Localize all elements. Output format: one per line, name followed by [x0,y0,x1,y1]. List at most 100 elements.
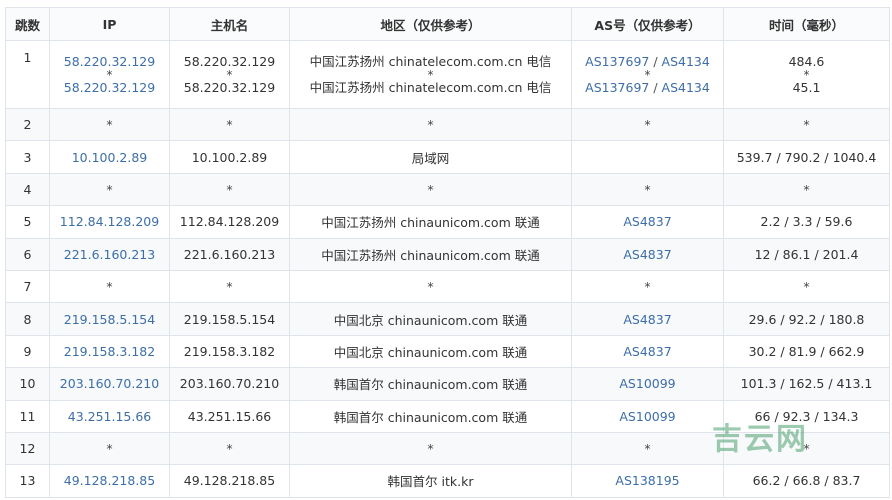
as-cell: AS10099 [571,399,724,433]
hostname-cell: 203.160.70.210 [169,367,290,401]
as-link[interactable]: AS137697 [585,54,649,69]
as-link[interactable]: AS138195 [615,473,679,488]
as-link[interactable]: AS10099 [619,409,675,424]
region-cell: 中国北京 chinaunicom.com 联通 [289,334,572,369]
table-row: 1 58.220.32.129 * 58.220.32.129 58.220.3… [5,40,890,109]
hostname-cell: 112.84.128.209 [169,205,290,239]
hostname-cell: 221.6.160.213 [169,237,290,271]
region-cell: 中国江苏扬州 chinaunicom.com 联通 [289,205,572,239]
hop-number: 2 [5,107,50,142]
watermark-logo: 吉云网 [712,422,808,457]
ip-link[interactable]: 203.160.70.210 [60,376,159,391]
hostname-cell: 219.158.5.154 [169,302,290,336]
hop-number: 3 [5,140,50,174]
separator-star: * [427,67,434,82]
ip-link[interactable]: 58.220.32.129 [64,80,155,96]
time-cell: * [723,269,890,304]
region-cell: 中国江苏扬州 chinatelecom.com.cn 电信 * 中国江苏扬州 c… [289,40,572,109]
header-as-number: AS号（仅供参考） [571,7,724,41]
as-cell: AS4837 [571,334,724,369]
table-row: 8 219.158.5.154 219.158.5.154 中国北京 china… [5,302,890,336]
hop-number: 10 [5,367,50,401]
ip-cell: * [49,172,170,207]
hostname-cell: * [169,269,290,304]
region-cell: * [289,269,572,304]
header-region: 地区（仅供参考） [289,7,572,41]
hop-number: 7 [5,269,50,304]
as-cell: * [571,269,724,304]
hop-number: 9 [5,334,50,369]
as-link[interactable]: AS4837 [623,247,671,262]
header-time: 时间（毫秒） [723,7,890,41]
region-cell: 中国北京 chinaunicom.com 联通 [289,302,572,336]
table-row: 2 * * * * * [5,107,890,142]
table-row: 7 * * * * * [5,269,890,304]
time-text: 45.1 [792,79,821,95]
hostname-cell: 219.158.3.182 [169,334,290,369]
region-text: 中国江苏扬州 chinatelecom.com.cn 电信 [309,79,552,95]
as-cell: AS10099 [571,367,724,401]
ip-link[interactable]: 43.251.15.66 [68,409,152,424]
region-cell: 韩国首尔 chinaunicom.com 联通 [289,399,572,433]
ip-link[interactable]: 49.128.218.85 [64,473,155,488]
as-cell: * [571,431,724,466]
region-cell: 韩国首尔 chinaunicom.com 联通 [289,367,572,401]
time-cell: 12 / 86.1 / 201.4 [723,237,890,271]
hostname-text: 58.220.32.129 [183,79,276,95]
as-link[interactable]: AS4837 [623,312,671,327]
table-row: 10 203.160.70.210 203.160.70.210 韩国首尔 ch… [5,367,890,401]
ip-cell: * [49,431,170,466]
ip-cell: 219.158.3.182 [49,334,170,369]
time-cell: 101.3 / 162.5 / 413.1 [723,367,890,401]
ip-link[interactable]: 219.158.5.154 [64,312,155,327]
time-cell: * [723,107,890,142]
as-link[interactable]: AS4837 [623,344,671,359]
ip-link[interactable]: 112.84.128.209 [60,214,159,229]
ip-cell: 203.160.70.210 [49,367,170,401]
hostname-cell: * [169,431,290,466]
ip-cell: 10.100.2.89 [49,140,170,174]
time-cell: * [723,172,890,207]
hostname-cell: * [169,172,290,207]
region-cell: 中国江苏扬州 chinaunicom.com 联通 [289,237,572,271]
region-cell: * [289,107,572,142]
hop-number: 13 [5,464,50,498]
as-cell: AS137697 / AS4134 * AS137697 / AS4134 [571,40,724,109]
ip-link[interactable]: 221.6.160.213 [64,247,155,262]
region-cell: * [289,431,572,466]
as-cell: * [571,172,724,207]
time-cell: 484.6 * 45.1 [723,40,890,109]
separator-star: * [226,67,233,82]
hop-number: 8 [5,302,50,336]
header-hop: 跳数 [5,7,50,41]
ip-cell: 49.128.218.85 [49,464,170,498]
time-cell: 29.6 / 92.2 / 180.8 [723,302,890,336]
hop-number: 6 [5,237,50,271]
as-link[interactable]: AS4134 [662,80,710,95]
as-cell: * [571,107,724,142]
hostname-cell: 49.128.218.85 [169,464,290,498]
as-link[interactable]: AS137697 [585,80,649,95]
table-row: 4 * * * * * [5,172,890,207]
hostname-cell: * [169,107,290,142]
hostname-cell: 43.251.15.66 [169,399,290,433]
as-link[interactable]: AS4134 [662,54,710,69]
as-link[interactable]: AS4837 [623,214,671,229]
time-cell: 30.2 / 81.9 / 662.9 [723,334,890,369]
table-header-row: 跳数 IP 主机名 地区（仅供参考） AS号（仅供参考） 时间（毫秒） [5,7,890,41]
as-cell: AS4837 [571,302,724,336]
time-cell: 539.7 / 790.2 / 1040.4 [723,140,890,174]
hop-number: 1 [5,40,50,109]
ip-cell: 221.6.160.213 [49,237,170,271]
time-cell: 66.2 / 66.8 / 83.7 [723,464,890,498]
as-link[interactable]: AS10099 [619,376,675,391]
table-row: 6 221.6.160.213 221.6.160.213 中国江苏扬州 chi… [5,237,890,271]
table-row: 5 112.84.128.209 112.84.128.209 中国江苏扬州 c… [5,205,890,239]
ip-link[interactable]: 10.100.2.89 [72,150,148,165]
separator-star: * [106,67,113,82]
table-row: 9 219.158.3.182 219.158.3.182 中国北京 china… [5,334,890,369]
as-cell: AS4837 [571,205,724,239]
ip-link[interactable]: 219.158.3.182 [64,344,155,359]
hostname-cell: 58.220.32.129 * 58.220.32.129 [169,40,290,109]
table-row: 13 49.128.218.85 49.128.218.85 韩国首尔 itk.… [5,464,890,498]
